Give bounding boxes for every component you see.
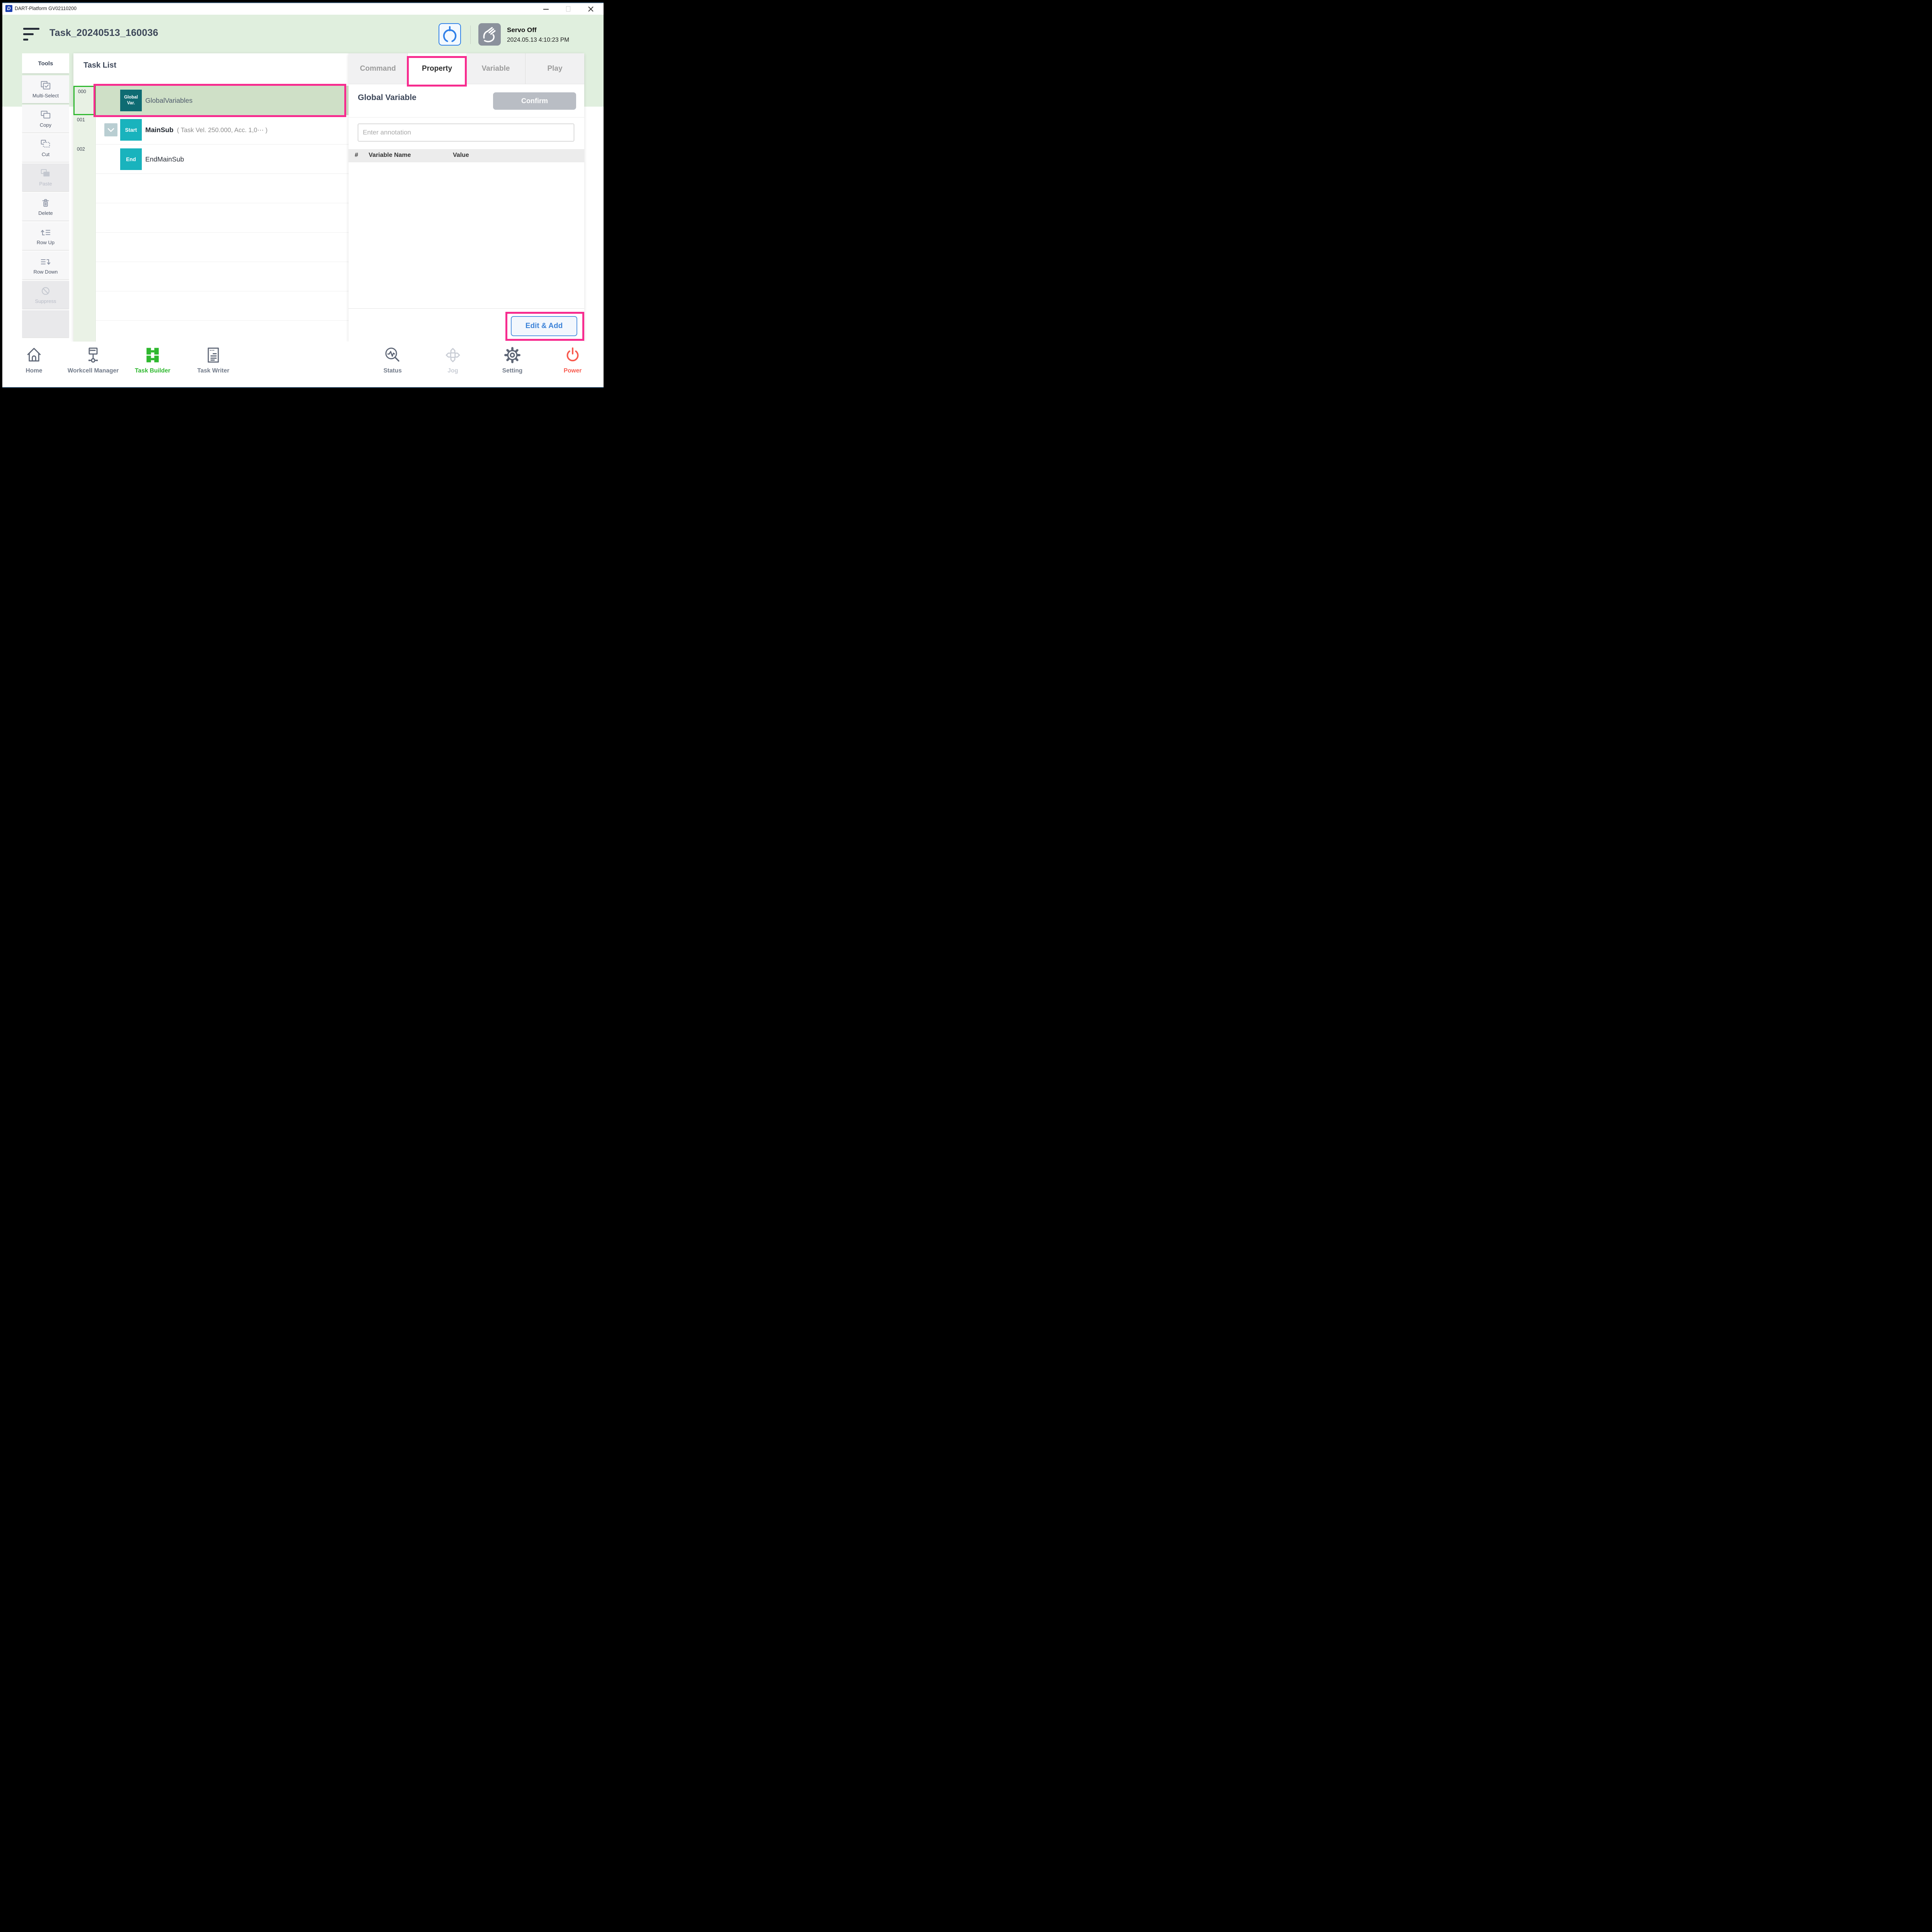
hamburger-menu-icon[interactable] bbox=[23, 28, 40, 41]
annotation-input[interactable] bbox=[358, 124, 574, 141]
workcell-manager-icon bbox=[84, 346, 102, 364]
suppress-icon bbox=[40, 286, 51, 297]
jog-icon bbox=[444, 346, 462, 364]
task-row-name: MainSub( Task Vel. 250.000, Acc. 1,0⋯ ) bbox=[145, 115, 267, 145]
task-row-globalvariables[interactable]: Global Var. GlobalVariables bbox=[96, 86, 349, 115]
row-number: 002 bbox=[77, 146, 85, 152]
maximize-icon bbox=[566, 6, 570, 12]
tool-label: Delete bbox=[38, 210, 53, 216]
row-number-cell: 002 bbox=[73, 145, 96, 174]
row-separator bbox=[96, 320, 349, 321]
task-list-panel: Task List 000 Global Var. GlobalVariable… bbox=[73, 53, 349, 342]
row-up-button[interactable]: Row Up bbox=[22, 222, 69, 250]
tab-command[interactable]: Command bbox=[349, 53, 408, 84]
cut-button[interactable]: Cut bbox=[22, 134, 69, 162]
row-down-button[interactable]: Row Down bbox=[22, 252, 69, 279]
task-row-name: EndMainSub bbox=[145, 145, 184, 174]
home-icon bbox=[25, 346, 43, 364]
robot-gripper-button[interactable] bbox=[439, 23, 461, 46]
dart-logo-icon: D bbox=[5, 5, 12, 12]
nav-jog: Jog bbox=[424, 346, 482, 374]
expand-row-button[interactable] bbox=[104, 123, 117, 136]
page-title: Task_20240513_160036 bbox=[49, 27, 158, 39]
variable-table-header: # Variable Name Value bbox=[349, 149, 584, 162]
hand-guide-button[interactable] bbox=[478, 23, 501, 46]
window-title: DART-Platform GV02110200 bbox=[15, 6, 77, 11]
tool-label: Multi-Select bbox=[32, 93, 59, 99]
tool-button-partial bbox=[22, 310, 69, 337]
nav-task-writer[interactable]: Task Writer bbox=[184, 346, 242, 374]
paste-icon bbox=[40, 168, 51, 180]
window-titlebar: D DART-Platform GV02110200 bbox=[2, 3, 604, 15]
task-row-endmainsub[interactable]: End EndMainSub bbox=[96, 145, 349, 174]
end-badge: End bbox=[120, 148, 142, 170]
suppress-button: Suppress bbox=[22, 281, 69, 309]
tab-property[interactable]: Property bbox=[408, 53, 466, 84]
chevron-down-icon bbox=[104, 123, 117, 136]
tool-label: Row Up bbox=[37, 240, 54, 245]
row-number-cell: 000 bbox=[73, 86, 96, 115]
multi-select-button[interactable]: Multi-Select bbox=[22, 75, 69, 103]
tool-label: Copy bbox=[40, 122, 51, 128]
bottom-nav: Home Workcell Manager bbox=[2, 342, 604, 388]
right-panel-tabs: Command Property Variable Play bbox=[349, 53, 584, 84]
column-header-value: Value bbox=[453, 152, 469, 159]
setting-icon bbox=[503, 346, 521, 364]
column-header-index: # bbox=[355, 152, 358, 159]
delete-icon bbox=[40, 197, 51, 209]
row-number: 000 bbox=[78, 89, 86, 94]
global-var-badge: Global Var. bbox=[120, 90, 142, 111]
task-writer-icon bbox=[204, 346, 222, 364]
row-down-icon bbox=[40, 256, 51, 268]
cut-icon bbox=[40, 139, 51, 150]
tools-title: Tools bbox=[22, 53, 69, 73]
delete-button[interactable]: Delete bbox=[22, 193, 69, 221]
task-row-name: GlobalVariables bbox=[145, 86, 192, 115]
minimize-button[interactable] bbox=[539, 3, 553, 15]
column-header-variable-name: Variable Name bbox=[369, 152, 411, 159]
multi-select-icon bbox=[40, 80, 51, 92]
confirm-button[interactable]: Confirm bbox=[493, 92, 576, 110]
row-number-cell: 001 bbox=[73, 115, 96, 145]
nav-status[interactable]: Status bbox=[364, 346, 422, 374]
header-divider bbox=[470, 26, 471, 44]
section-title: Global Variable bbox=[358, 93, 417, 102]
maximize-button[interactable] bbox=[562, 3, 575, 15]
tools-panel: Tools Multi-Select Copy bbox=[22, 53, 69, 342]
app-window: D DART-Platform GV02110200 Task_20240513… bbox=[2, 2, 604, 388]
row-number: 001 bbox=[77, 117, 85, 122]
copy-button[interactable]: Copy bbox=[22, 105, 69, 133]
task-builder-icon bbox=[144, 346, 162, 364]
tab-variable[interactable]: Variable bbox=[466, 53, 526, 84]
copy-icon bbox=[40, 109, 51, 121]
robot-gripper-icon bbox=[439, 24, 460, 45]
power-icon bbox=[564, 346, 582, 364]
paste-button: Paste bbox=[22, 163, 69, 191]
nav-home[interactable]: Home bbox=[5, 346, 63, 374]
close-button[interactable] bbox=[584, 3, 597, 15]
task-row-params: ( Task Vel. 250.000, Acc. 1,0⋯ ) bbox=[177, 127, 268, 134]
nav-power[interactable]: Power bbox=[544, 346, 602, 374]
footer-divider bbox=[349, 308, 584, 309]
servo-status: Servo Off bbox=[507, 26, 537, 34]
tool-label: Row Down bbox=[34, 269, 58, 275]
datetime: 2024.05.13 4:10:23 PM bbox=[507, 37, 569, 44]
tab-play[interactable]: Play bbox=[526, 53, 584, 84]
property-panel: Command Property Variable Play Global Va… bbox=[349, 53, 584, 342]
tool-label: Cut bbox=[42, 151, 49, 157]
row-separator bbox=[96, 232, 349, 233]
tool-label: Paste bbox=[39, 181, 52, 187]
hand-guide-icon bbox=[478, 23, 501, 46]
status-icon bbox=[384, 346, 401, 364]
start-badge: Start bbox=[120, 119, 142, 141]
task-row-mainsub[interactable]: Start MainSub( Task Vel. 250.000, Acc. 1… bbox=[96, 115, 349, 145]
task-list-title: Task List bbox=[83, 61, 116, 70]
nav-workcell-manager[interactable]: Workcell Manager bbox=[64, 346, 122, 374]
row-up-icon bbox=[40, 227, 51, 238]
edit-add-button[interactable]: Edit & Add bbox=[511, 316, 577, 336]
nav-task-builder[interactable]: Task Builder bbox=[124, 346, 182, 374]
nav-setting[interactable]: Setting bbox=[483, 346, 541, 374]
tool-label: Suppress bbox=[35, 298, 56, 304]
minimize-icon bbox=[543, 9, 549, 10]
